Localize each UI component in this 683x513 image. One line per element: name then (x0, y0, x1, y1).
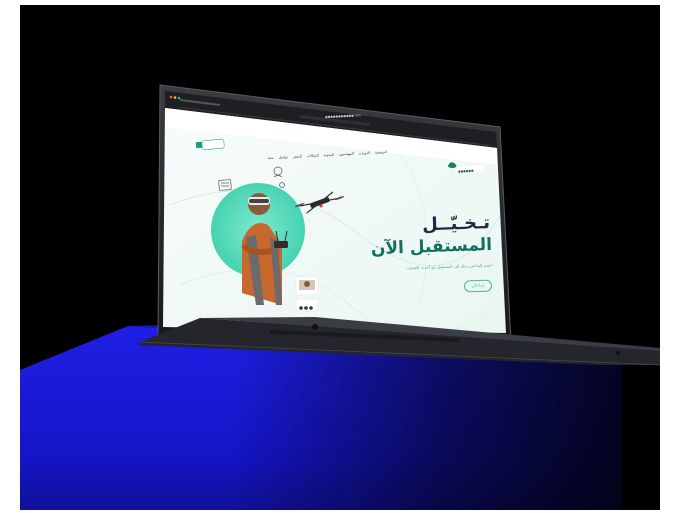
product-mockup-scene: ●●●●●●●●●●●.com الرئيسية الدورات المهندس… (20, 5, 660, 510)
hero-title-line1: تـخـيّــل (421, 212, 491, 236)
laptop-mockup-illustration (20, 84, 660, 510)
image-frame: ●●●●●●●●●●●.com الرئيسية الدورات المهندس… (0, 0, 683, 513)
hero-title-line2: المستقبل الآن (370, 234, 493, 260)
hero-cta-button[interactable]: ابدأ الآن (463, 279, 493, 293)
